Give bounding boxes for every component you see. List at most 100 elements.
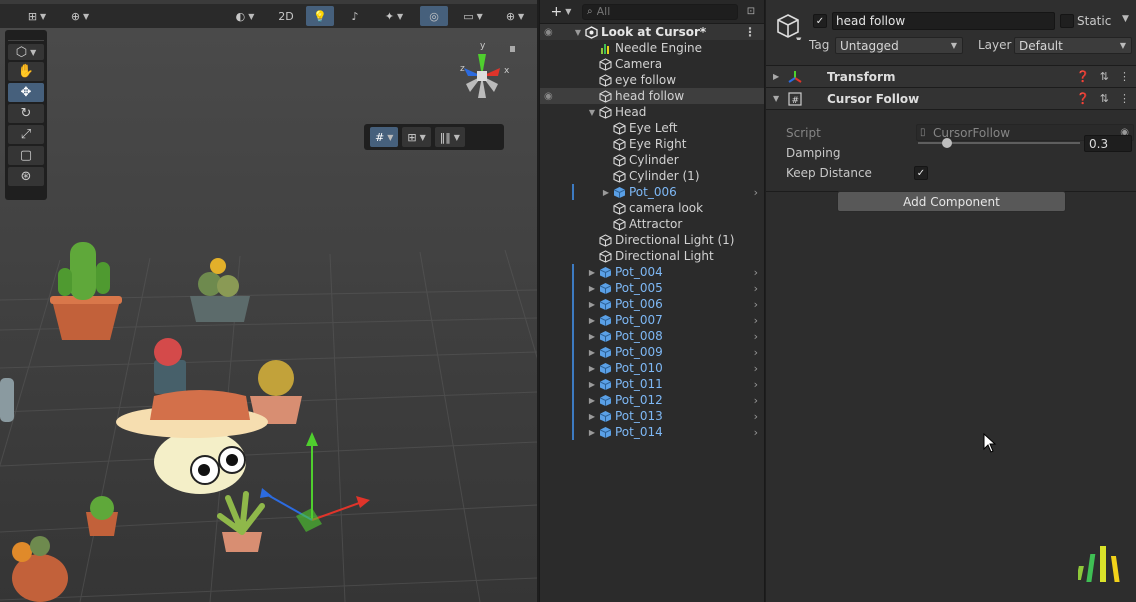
camera-settings-button[interactable]: ▭ ▼	[454, 6, 492, 26]
preset-icon[interactable]: ⇅	[1100, 70, 1109, 83]
hierarchy-row[interactable]: camera look	[540, 200, 764, 216]
context-menu-icon[interactable]: ⋮	[1119, 92, 1130, 105]
hierarchy-row[interactable]: Attractor	[540, 216, 764, 232]
grid-snapping-button[interactable]: ⊞ ▼	[20, 6, 54, 26]
hierarchy-row[interactable]: Cylinder (1)	[540, 168, 764, 184]
hierarchy-row[interactable]: ▶ Pot_007 ›	[540, 312, 764, 328]
hand-tool-button[interactable]: ✋	[8, 62, 44, 81]
search-options-button[interactable]: ⊡	[742, 4, 760, 20]
effects-dropdown[interactable]: ✦ ▼	[374, 6, 414, 26]
transform-tool-button[interactable]: ⊛	[8, 167, 44, 186]
hierarchy-row[interactable]: ▶ Pot_011 ›	[540, 376, 764, 392]
shading-mode-button[interactable]: ◐ ▼	[228, 6, 262, 26]
rotate-tool-button[interactable]: ↻	[8, 104, 44, 123]
hierarchy-row[interactable]: ▶ Pot_013 ›	[540, 408, 764, 424]
audio-toggle[interactable]: ♪	[342, 6, 368, 26]
help-icon[interactable]: ❓	[1076, 92, 1090, 105]
object-name-field[interactable]	[832, 12, 1055, 30]
hierarchy-row[interactable]: ▶ Pot_010 ›	[540, 360, 764, 376]
open-prefab-chevron-icon[interactable]: ›	[754, 282, 758, 295]
open-prefab-chevron-icon[interactable]: ›	[754, 426, 758, 439]
expand-right-icon[interactable]: ▶	[586, 412, 598, 421]
expand-right-icon[interactable]: ▶	[586, 380, 598, 389]
scene-view[interactable]: ⊞ ▼ ⊕ ▼ ◐ ▼ 2D 💡 ♪ ✦ ▼ ◎ ▭ ▼ ⊕ ▼ ⬡ ▼ ✋ ✥ ↻ ⤢ ▢ …	[0, 0, 537, 602]
hierarchy-row[interactable]: ▶ Pot_014 ›	[540, 424, 764, 440]
transform-component-header[interactable]: ▶ Transform ❓ ⇅ ⋮	[766, 66, 1136, 88]
expand-right-icon[interactable]: ▶	[586, 428, 598, 437]
hierarchy-row[interactable]: ▶ Pot_005 ›	[540, 280, 764, 296]
hierarchy-search[interactable]: ⌕	[582, 3, 738, 20]
cursor-follow-component-header[interactable]: ▼ # Cursor Follow ❓ ⇅ ⋮	[766, 88, 1136, 110]
expand-right-icon[interactable]: ▶	[586, 332, 598, 341]
gizmos-button[interactable]: ⊕ ▼	[496, 6, 534, 26]
static-dropdown-caret[interactable]: ▼	[1122, 14, 1129, 24]
rect-tool-button[interactable]: ▢	[8, 146, 44, 165]
open-prefab-chevron-icon[interactable]: ›	[754, 362, 758, 375]
visibility-eye-icon[interactable]: ◉	[544, 27, 553, 38]
mode-2d-button[interactable]: 2D	[272, 6, 300, 26]
hierarchy-row[interactable]: Eye Right	[540, 136, 764, 152]
increment-snap-toggle[interactable]: ⊞ ▼	[402, 127, 431, 147]
hierarchy-row[interactable]: Needle Engine	[540, 40, 764, 56]
help-icon[interactable]: ❓	[1076, 70, 1090, 83]
open-prefab-chevron-icon[interactable]: ›	[754, 314, 758, 327]
expand-right-icon[interactable]: ▶	[586, 364, 598, 373]
open-prefab-chevron-icon[interactable]: ›	[754, 266, 758, 279]
expand-right-icon[interactable]: ▶	[586, 268, 598, 277]
lock-icon[interactable]	[510, 46, 515, 52]
expand-down-icon[interactable]: ▼	[572, 28, 584, 37]
fold-down-icon[interactable]: ▼	[773, 94, 779, 103]
expand-down-icon[interactable]: ▼	[586, 108, 598, 117]
expand-right-icon[interactable]: ▶	[586, 284, 598, 293]
context-menu-icon[interactable]: ⋮	[1119, 70, 1130, 83]
visibility-toggle[interactable]: ◎	[420, 6, 448, 26]
layer-dropdown[interactable]: Default ▼	[1014, 37, 1132, 54]
hierarchy-scene-root[interactable]: ▼ Look at Cursor* ◉ ⋮	[540, 24, 764, 40]
keep-distance-checkbox[interactable]: ✓	[914, 166, 928, 180]
visibility-eye-icon[interactable]: ◉	[544, 91, 553, 102]
open-prefab-chevron-icon[interactable]: ›	[754, 346, 758, 359]
open-prefab-chevron-icon[interactable]: ›	[754, 330, 758, 343]
hierarchy-row[interactable]: ▶ Pot_012 ›	[540, 392, 764, 408]
open-prefab-chevron-icon[interactable]: ›	[754, 394, 758, 407]
preset-icon[interactable]: ⇅	[1100, 92, 1109, 105]
hierarchy-row[interactable]: Camera	[540, 56, 764, 72]
expand-right-icon[interactable]: ▶	[586, 396, 598, 405]
hierarchy-row[interactable]: ▶ Pot_008 ›	[540, 328, 764, 344]
hierarchy-row[interactable]: eye follow	[540, 72, 764, 88]
scene-menu-icon[interactable]: ⋮	[744, 25, 756, 39]
move-tool-button[interactable]: ✥	[8, 83, 44, 102]
expand-right-icon[interactable]: ▶	[586, 316, 598, 325]
open-prefab-chevron-icon[interactable]: ›	[754, 298, 758, 311]
active-toggle[interactable]: ✓	[813, 14, 827, 28]
hierarchy-row[interactable]: Cylinder	[540, 152, 764, 168]
create-object-button[interactable]: + ▼	[544, 3, 578, 21]
scale-tool-button[interactable]: ⤢	[8, 125, 44, 144]
hierarchy-row[interactable]: head follow ◉	[540, 88, 764, 104]
damping-value-field[interactable]	[1084, 135, 1132, 152]
tag-dropdown[interactable]: Untagged ▼	[835, 37, 963, 54]
palette-drag-handle[interactable]	[8, 33, 44, 41]
hierarchy-search-input[interactable]	[596, 5, 737, 18]
view-tool-button[interactable]: ⬡ ▼	[8, 44, 44, 60]
hierarchy-row[interactable]: Directional Light (1)	[540, 232, 764, 248]
hierarchy-row[interactable]: ▶ Pot_004 ›	[540, 264, 764, 280]
hierarchy-row[interactable]: Eye Left	[540, 120, 764, 136]
hierarchy-row[interactable]: ▼ Head	[540, 104, 764, 120]
lighting-toggle[interactable]: 💡	[306, 6, 334, 26]
open-prefab-chevron-icon[interactable]: ›	[754, 378, 758, 391]
global-local-button[interactable]: ⊕ ▼	[62, 6, 98, 26]
static-checkbox[interactable]	[1060, 14, 1074, 28]
hierarchy-row[interactable]: Directional Light	[540, 248, 764, 264]
expand-right-icon[interactable]: ▶	[586, 300, 598, 309]
expand-right-icon[interactable]: ▶	[600, 188, 612, 197]
open-prefab-chevron-icon[interactable]: ›	[754, 410, 758, 423]
grid-snap-toggle[interactable]: # ▼	[370, 127, 399, 147]
vertex-snap-toggle[interactable]: ‖‖ ▼	[434, 127, 465, 147]
fold-right-icon[interactable]: ▶	[773, 72, 779, 81]
add-component-button[interactable]: Add Component	[837, 191, 1066, 212]
orientation-gizmo[interactable]: y z x	[452, 40, 516, 110]
hierarchy-row[interactable]: ▶ Pot_006 ›	[540, 296, 764, 312]
open-prefab-chevron-icon[interactable]: ›	[754, 186, 758, 199]
expand-right-icon[interactable]: ▶	[586, 348, 598, 357]
